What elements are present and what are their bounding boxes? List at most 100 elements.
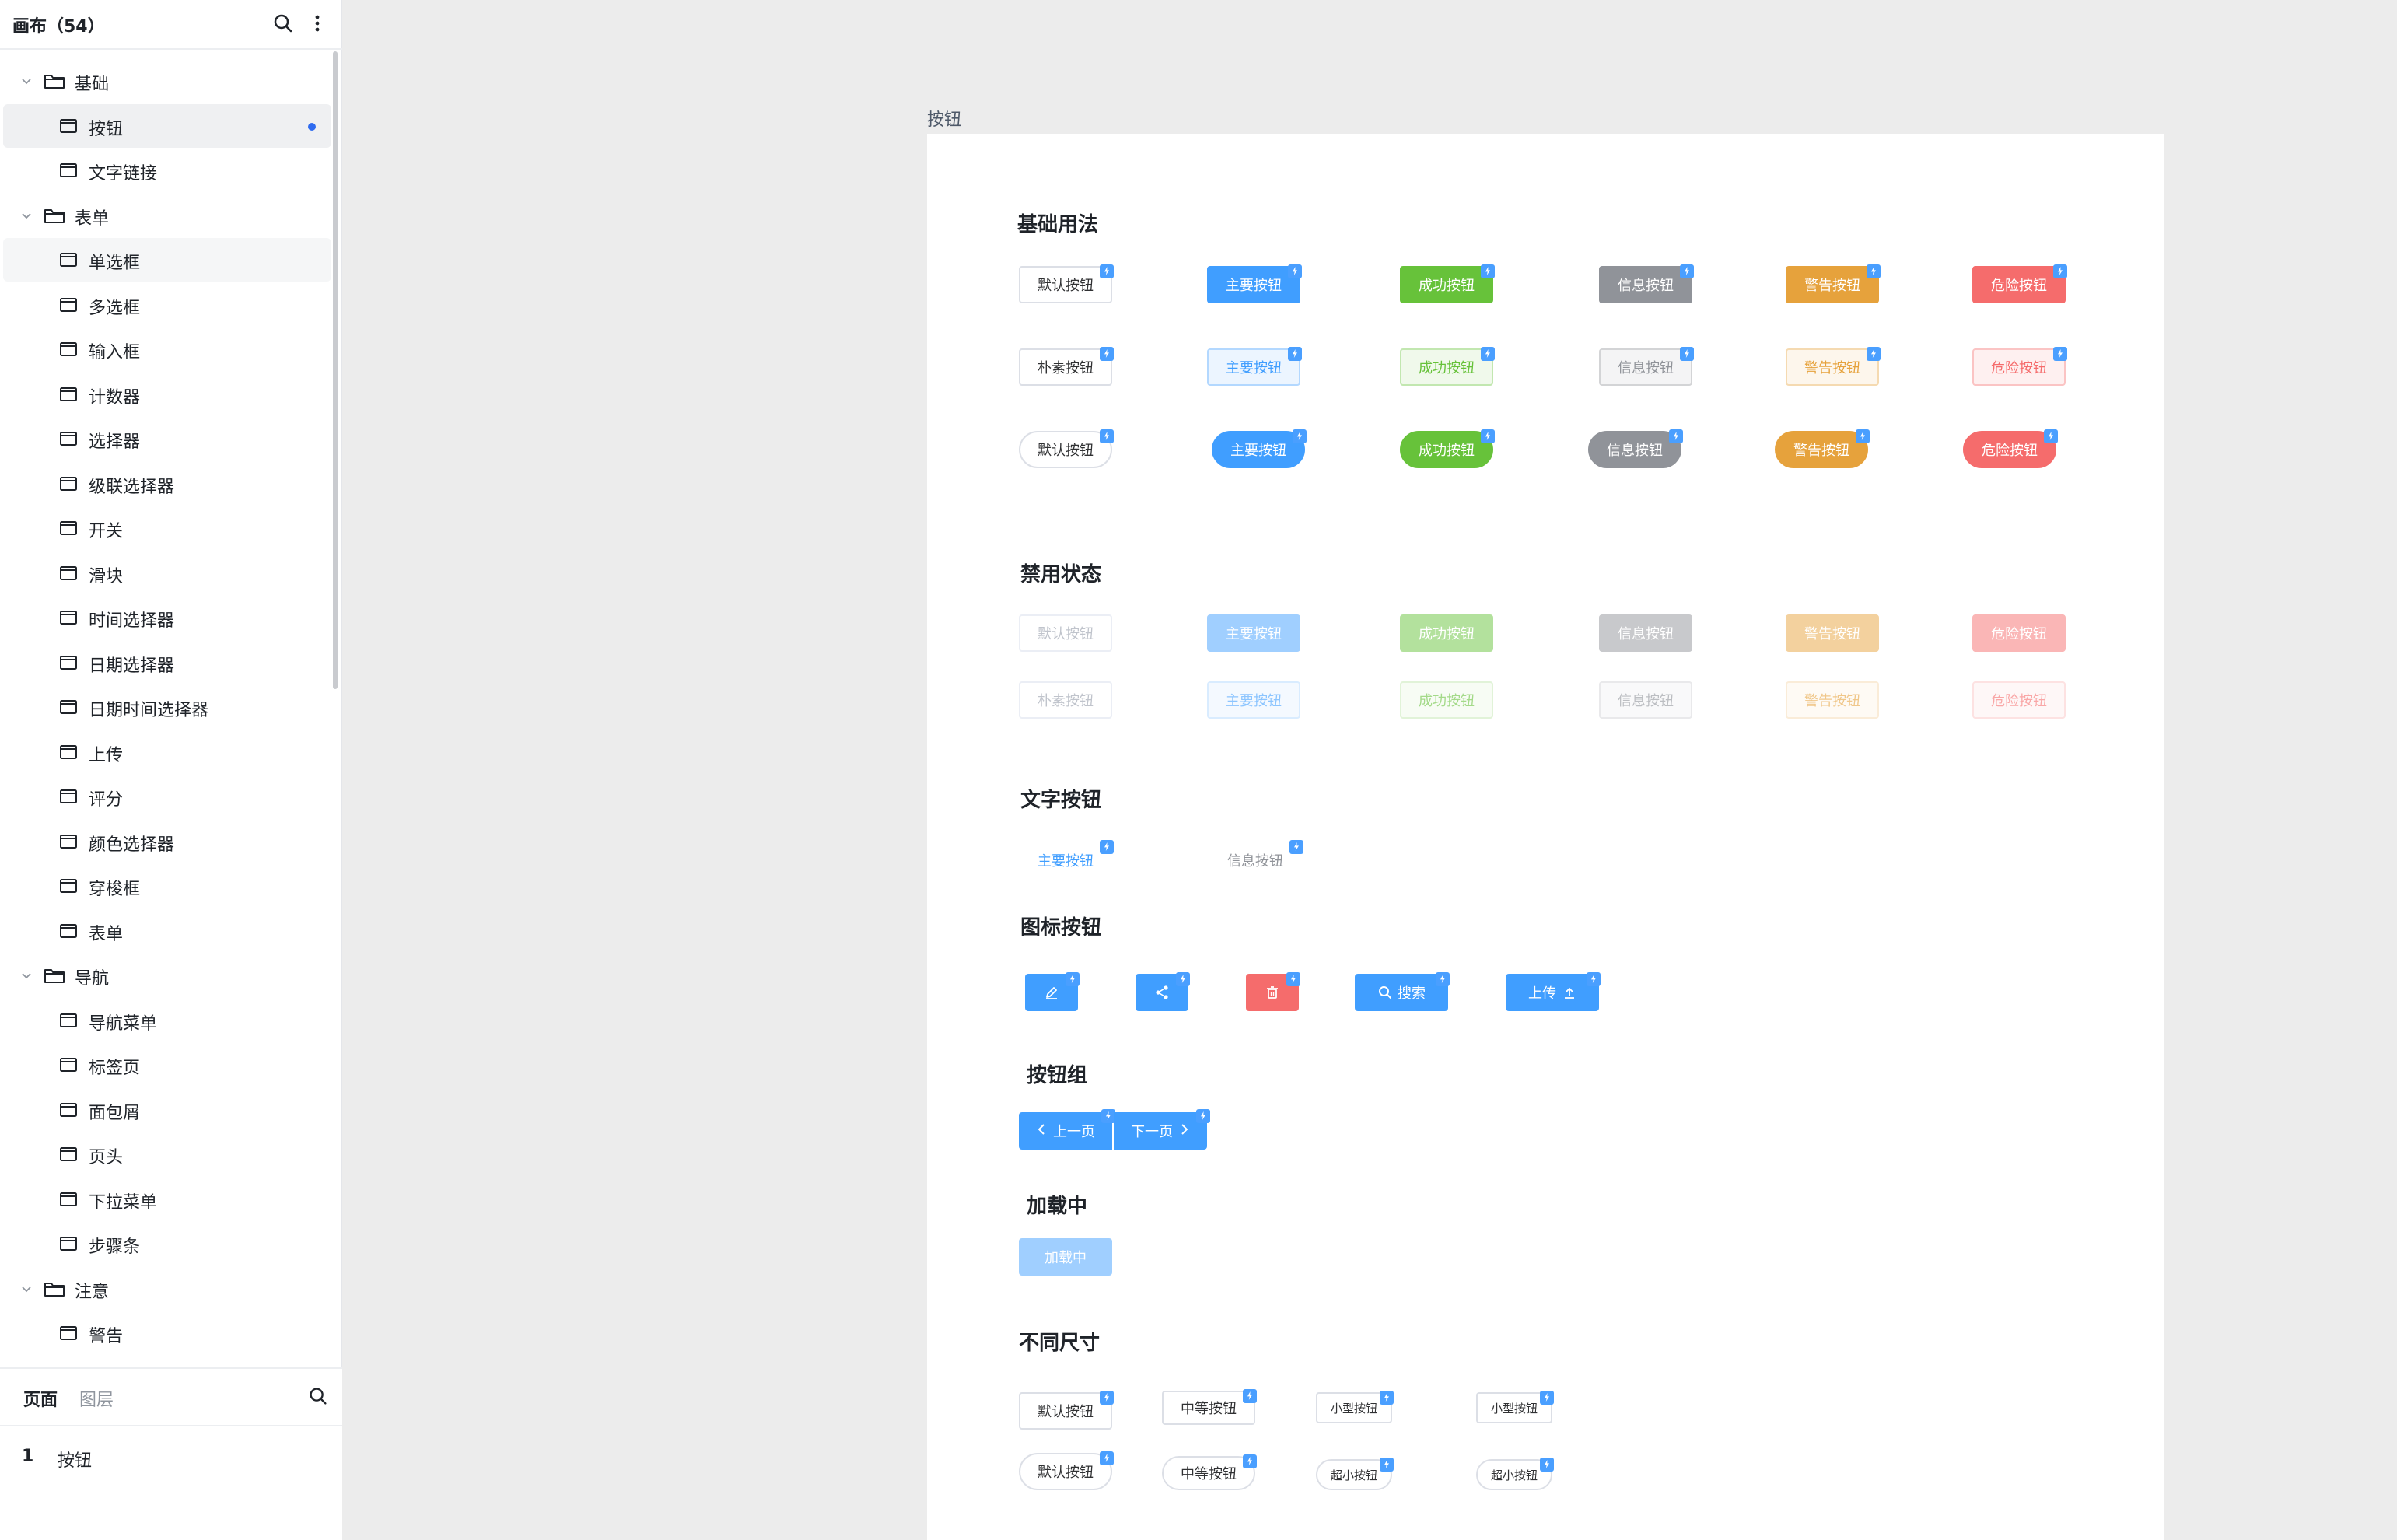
tree-page-item[interactable]: 页头 [3, 1132, 331, 1176]
loading-button[interactable]: 加载中 [1019, 1238, 1112, 1276]
danger-button[interactable]: 危险按钮 [1972, 264, 2067, 303]
frame-label[interactable]: 按钮 [927, 106, 961, 131]
primary-round-button[interactable]: 主要按钮 [1212, 429, 1307, 468]
search-icon[interactable] [271, 11, 296, 36]
page-list-item[interactable]: 1 按钮 [0, 1436, 342, 1479]
primary-button[interactable]: 主要按钮 [1207, 264, 1302, 303]
size-default-button[interactable]: 默认按钮 [1019, 1391, 1114, 1430]
tree-folder[interactable]: 注意 [3, 1267, 331, 1311]
chevron-down-icon[interactable] [20, 75, 33, 87]
tree-page-label: 文字链接 [89, 164, 158, 184]
text-info-button[interactable]: 信息按钮 [1209, 840, 1303, 879]
tree-folder[interactable]: 表单 [3, 194, 331, 237]
info-plain-button[interactable]: 信息按钮 [1599, 347, 1694, 386]
success-button[interactable]: 成功按钮 [1400, 264, 1495, 303]
text-primary-button-label: 主要按钮 [1038, 853, 1094, 870]
default-button[interactable]: 默认按钮 [1019, 264, 1114, 303]
primary-disabled-button[interactable]: 主要按钮 [1207, 614, 1300, 652]
tree-page-item[interactable]: 下拉菜单 [3, 1178, 331, 1221]
tree-page-item[interactable]: 颜色选择器 [3, 820, 331, 863]
page-icon [59, 476, 78, 492]
size-mini-round-button[interactable]: 超小按钮 [1476, 1458, 1554, 1490]
tree-page-item[interactable]: 按钮 [3, 103, 331, 148]
tree-page-item[interactable]: 开关 [3, 506, 331, 550]
tree-page-item[interactable]: 日期选择器 [3, 641, 331, 684]
tree-page-item[interactable]: 级联选择器 [3, 462, 331, 506]
tree-folder[interactable]: 基础 [3, 59, 331, 103]
size-medium-button[interactable]: 中等按钮 [1162, 1389, 1257, 1425]
tree-page-item[interactable]: 导航菜单 [3, 999, 331, 1042]
warning-round-button[interactable]: 警告按钮 [1775, 429, 1870, 468]
tree-page-item[interactable]: 表单 [3, 909, 331, 953]
primary-plain-disabled-button[interactable]: 主要按钮 [1207, 681, 1300, 719]
size-medium-round-button[interactable]: 中等按钮 [1162, 1454, 1257, 1490]
danger-plain-button[interactable]: 危险按钮 [1972, 347, 2067, 386]
tree-page-item[interactable]: 评分 [3, 775, 331, 818]
info-plain-disabled-button[interactable]: 信息按钮 [1599, 681, 1692, 719]
lightning-badge-icon [1289, 840, 1303, 854]
edit-button[interactable] [1025, 972, 1080, 1011]
tree-page-item[interactable]: 步骤条 [3, 1222, 331, 1265]
lightning-badge-icon [1481, 347, 1495, 361]
tree-page-item[interactable]: 警告 [3, 1311, 331, 1355]
danger-plain-disabled-button[interactable]: 危险按钮 [1972, 681, 2066, 719]
warning-plain-disabled-button[interactable]: 警告按钮 [1786, 681, 1879, 719]
tree-page-item[interactable]: 穿梭框 [3, 864, 331, 908]
size-default-round-button[interactable]: 默认按钮 [1019, 1451, 1114, 1490]
tree-page-item[interactable]: 输入框 [3, 327, 331, 371]
tree-page-item[interactable]: 标签页 [3, 1043, 331, 1087]
page-icon [59, 1102, 78, 1118]
tab-pages[interactable]: 页面 [23, 1386, 58, 1411]
tree-scrollbar[interactable] [333, 51, 338, 689]
success-plain-disabled-button[interactable]: 成功按钮 [1400, 681, 1493, 719]
tree-page-item[interactable]: 时间选择器 [3, 596, 331, 639]
size-small-round-button[interactable]: 超小按钮 [1316, 1458, 1394, 1490]
folder-icon [44, 1279, 65, 1298]
primary-plain-button[interactable]: 主要按钮 [1207, 347, 1302, 386]
tree-folder[interactable]: 导航 [3, 954, 331, 997]
chevron-down-icon[interactable] [20, 969, 33, 982]
more-icon[interactable] [305, 11, 330, 36]
tab-layers[interactable]: 图层 [79, 1386, 114, 1411]
chevron-down-icon[interactable] [20, 1283, 33, 1295]
danger-round-button[interactable]: 危险按钮 [1963, 429, 2058, 468]
info-button[interactable]: 信息按钮 [1599, 264, 1694, 303]
warning-round-button-label: 警告按钮 [1793, 443, 1849, 459]
chevron-down-icon[interactable] [20, 209, 33, 222]
search-button[interactable]: 搜索 [1355, 972, 1450, 1011]
size-mini-button[interactable]: 小型按钮 [1476, 1391, 1554, 1423]
tree-page-item[interactable]: 面包屑 [3, 1088, 331, 1132]
success-disabled-button[interactable]: 成功按钮 [1400, 614, 1493, 652]
danger-round-button-label: 危险按钮 [1982, 443, 2038, 459]
default-plain-button[interactable]: 朴素按钮 [1019, 347, 1114, 386]
success-plain-button[interactable]: 成功按钮 [1400, 347, 1495, 386]
warning-button-label: 警告按钮 [1804, 278, 1860, 294]
tree-page-item[interactable]: 选择器 [3, 417, 331, 460]
info-disabled-button[interactable]: 信息按钮 [1599, 614, 1692, 652]
tree-page-item[interactable]: 上传 [3, 730, 331, 774]
prev-page-button[interactable]: 上一页 [1019, 1109, 1115, 1150]
tree-page-item[interactable]: 滑块 [3, 551, 331, 595]
default-plain-disabled-button[interactable]: 朴素按钮 [1019, 681, 1112, 719]
warning-button[interactable]: 警告按钮 [1786, 264, 1881, 303]
info-round-button[interactable]: 信息按钮 [1588, 429, 1683, 468]
tree-page-item[interactable]: 多选框 [3, 283, 331, 327]
upload-button[interactable]: 上传 [1506, 972, 1601, 1011]
tree-page-item[interactable]: 日期时间选择器 [3, 685, 331, 729]
tree-page-item[interactable]: 单选框 [3, 238, 331, 282]
default-round-button[interactable]: 默认按钮 [1019, 429, 1114, 468]
next-page-button[interactable]: 下一页 [1114, 1109, 1210, 1150]
warning-disabled-button[interactable]: 警告按钮 [1786, 614, 1879, 652]
tree-page-item[interactable]: 文字链接 [3, 149, 331, 192]
success-round-button[interactable]: 成功按钮 [1400, 429, 1495, 468]
warning-plain-button[interactable]: 警告按钮 [1786, 347, 1881, 386]
page-icon [59, 387, 78, 402]
text-primary-button[interactable]: 主要按钮 [1019, 840, 1114, 879]
size-small-button[interactable]: 小型按钮 [1316, 1391, 1394, 1423]
tree-page-item[interactable]: 计数器 [3, 373, 331, 416]
share-button[interactable] [1136, 972, 1190, 1011]
default-disabled-button[interactable]: 默认按钮 [1019, 614, 1112, 652]
danger-disabled-button[interactable]: 危险按钮 [1972, 614, 2066, 652]
pages-search-icon[interactable] [306, 1384, 330, 1408]
delete-button[interactable] [1246, 972, 1300, 1011]
